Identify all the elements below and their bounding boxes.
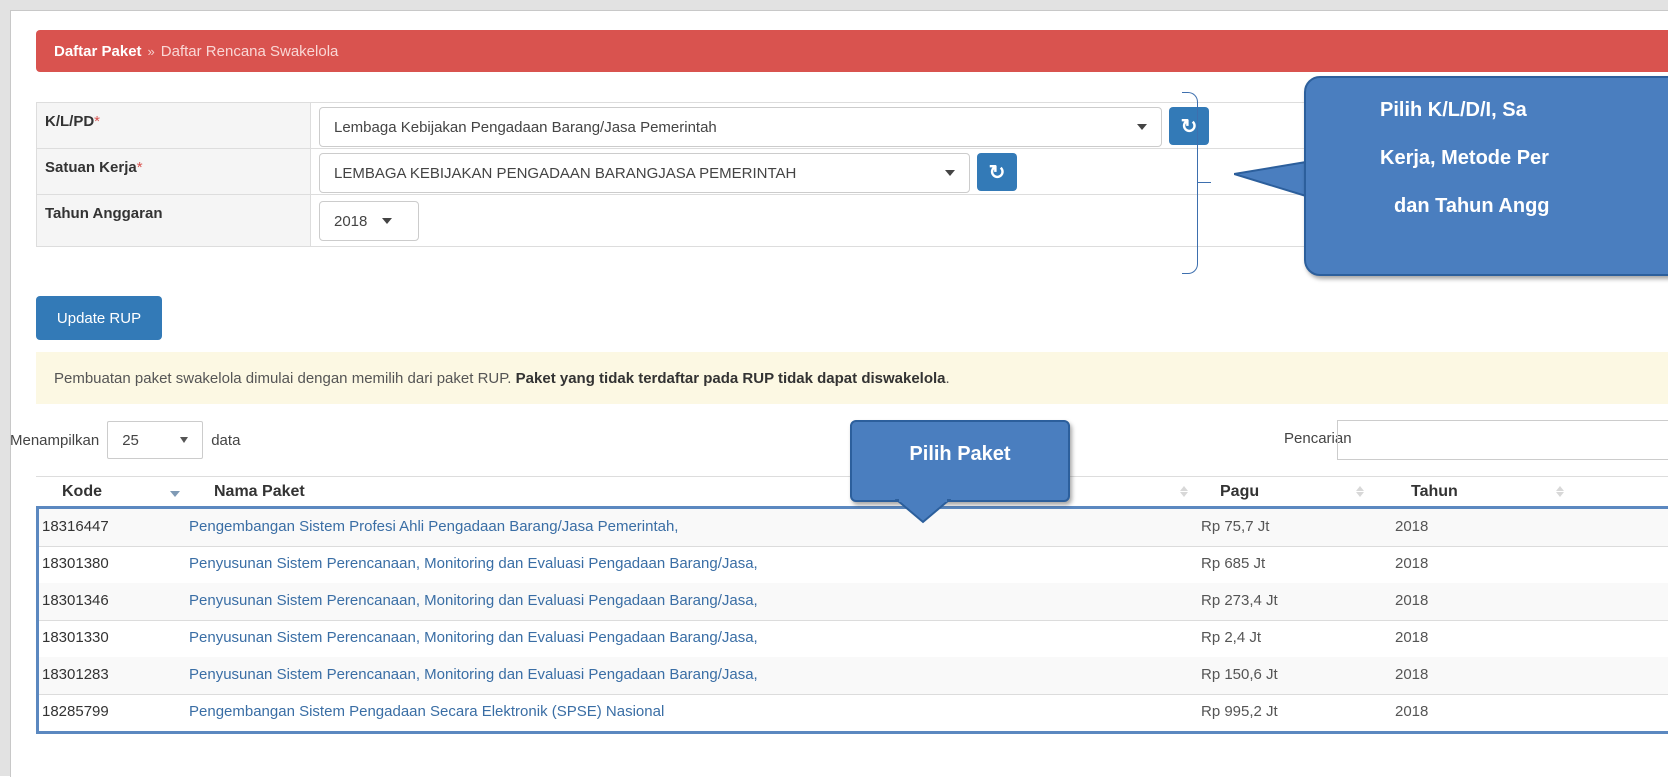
- package-link[interactable]: Penyusunan Sistem Perencanaan, Monitorin…: [189, 555, 758, 572]
- alert-text: Pembuatan paket swakelola dimulai dengan…: [54, 369, 512, 387]
- klpd-selected-value: Lembaga Kebijakan Pengadaan Barang/Jasa …: [334, 118, 717, 136]
- callout-package-text: Pilih Paket: [909, 442, 1011, 465]
- satuan-kerja-refresh-button[interactable]: ↻: [977, 153, 1017, 191]
- cell-kode: 18301330: [42, 629, 109, 646]
- refresh-icon: ↻: [988, 161, 1006, 184]
- package-link[interactable]: Pengembangan Sistem Profesi Ahli Pengada…: [189, 518, 678, 535]
- update-rup-button[interactable]: Update RUP: [36, 296, 162, 340]
- column-header-pagu[interactable]: Pagu: [1220, 483, 1259, 501]
- callout-select-package: Pilih Paket: [850, 420, 1070, 502]
- table-row[interactable]: 18316447 Pengembangan Sistem Profesi Ahl…: [39, 509, 1668, 547]
- callout-pointer: [895, 498, 951, 524]
- package-link[interactable]: Penyusunan Sistem Perencanaan, Monitorin…: [189, 592, 758, 609]
- breadcrumb-current: Daftar Rencana Swakelola: [160, 42, 339, 60]
- sort-desc-icon: [170, 491, 180, 497]
- cell-tahun: 2018: [1395, 703, 1429, 720]
- info-alert: Pembuatan paket swakelola dimulai dengan…: [36, 352, 1668, 404]
- window-frame-top: [0, 0, 1668, 10]
- column-header-kode[interactable]: Kode: [62, 483, 102, 501]
- chevron-down-icon: [180, 437, 189, 443]
- table-row[interactable]: 18301346 Penyusunan Sistem Perencanaan, …: [39, 583, 1668, 621]
- callout-filter-line: Pilih K/L/D/I, Sa: [1380, 99, 1527, 121]
- sort-icon: [1180, 486, 1188, 497]
- tahun-anggaran-select[interactable]: 2018: [319, 201, 419, 241]
- callout-filter-instruction: Pilih K/L/D/I, Sa Kerja, Metode Per dan …: [1304, 76, 1668, 276]
- package-link[interactable]: Pengembangan Sistem Pengadaan Secara Ele…: [189, 703, 664, 720]
- cell-kode: 18316447: [42, 518, 109, 535]
- klpd-label-text: K/L/PD: [45, 113, 95, 130]
- page-length-select[interactable]: 25: [107, 421, 204, 459]
- sort-icon: [1556, 486, 1564, 497]
- cell-pagu: Rp 995,2 Jt: [1201, 703, 1278, 720]
- cell-tahun: 2018: [1395, 518, 1429, 535]
- callout-filter-line: dan Tahun Angg: [1394, 195, 1550, 217]
- tahun-anggaran-label: Tahun Anggaran: [36, 194, 311, 247]
- table-row[interactable]: 18301380 Penyusunan Sistem Perencanaan, …: [39, 546, 1668, 584]
- breadcrumb-separator: »: [147, 43, 155, 59]
- package-table-body: 18316447 Pengembangan Sistem Profesi Ahl…: [36, 506, 1668, 734]
- annotation-bracket-tip: [1197, 182, 1211, 183]
- annotation-bracket: [1182, 92, 1198, 274]
- alert-bold-text: Paket yang tidak terdaftar pada RUP tida…: [515, 369, 946, 387]
- page-length-value: 25: [122, 431, 139, 449]
- page-length-suffix: data: [211, 431, 241, 449]
- column-header-nama-paket[interactable]: Nama Paket: [214, 483, 305, 501]
- chevron-down-icon: [945, 170, 955, 176]
- cell-tahun: 2018: [1395, 629, 1429, 646]
- column-header-tahun[interactable]: Tahun: [1411, 483, 1458, 501]
- cell-pagu: Rp 2,4 Jt: [1201, 629, 1262, 646]
- cell-kode: 18301380: [42, 555, 109, 572]
- page-length-prefix: Menampilkan: [10, 431, 100, 449]
- cell-tahun: 2018: [1395, 555, 1429, 572]
- satuan-kerja-select[interactable]: LEMBAGA KEBIJAKAN PENGADAAN BARANGJASA P…: [319, 153, 970, 193]
- page-length-control: Menampilkan 25 data: [10, 420, 240, 460]
- cell-kode: 18301346: [42, 592, 109, 609]
- klpd-select[interactable]: Lembaga Kebijakan Pengadaan Barang/Jasa …: [319, 107, 1162, 147]
- required-mark: *: [94, 113, 101, 130]
- cell-kode: 18285799: [42, 703, 109, 720]
- cell-tahun: 2018: [1395, 666, 1429, 683]
- klpd-label: K/L/PD*: [36, 102, 311, 149]
- satuan-kerja-selected-value: LEMBAGA KEBIJAKAN PENGADAAN BARANGJASA P…: [334, 164, 797, 182]
- callout-filter-line: Kerja, Metode Per: [1380, 147, 1549, 169]
- tahun-anggaran-label-text: Tahun Anggaran: [45, 205, 163, 222]
- cell-pagu: Rp 685 Jt: [1201, 555, 1266, 572]
- table-row[interactable]: 18301283 Penyusunan Sistem Perencanaan, …: [39, 657, 1668, 695]
- required-mark: *: [136, 159, 143, 176]
- chevron-down-icon: [1137, 124, 1147, 130]
- cell-pagu: Rp 150,6 Jt: [1201, 666, 1278, 683]
- window-frame-left: [0, 0, 10, 776]
- chevron-down-icon: [382, 218, 392, 224]
- cell-kode: 18301283: [42, 666, 109, 683]
- tahun-anggaran-selected-value: 2018: [334, 212, 368, 230]
- satuan-kerja-label: Satuan Kerja*: [36, 148, 311, 195]
- table-row[interactable]: 18285799 Pengembangan Sistem Pengadaan S…: [39, 694, 1668, 731]
- alert-end: .: [945, 369, 950, 387]
- table-row[interactable]: 18301330 Penyusunan Sistem Perencanaan, …: [39, 620, 1668, 658]
- satuan-kerja-label-text: Satuan Kerja: [45, 159, 137, 176]
- breadcrumb-link-daftar-paket[interactable]: Daftar Paket: [54, 43, 142, 60]
- cell-tahun: 2018: [1395, 592, 1429, 609]
- breadcrumb: Daftar Paket » Daftar Rencana Swakelola: [36, 30, 1668, 72]
- callout-pointer: [1234, 160, 1307, 198]
- sort-icon: [1356, 486, 1364, 497]
- search-input[interactable]: [1337, 420, 1668, 460]
- package-link[interactable]: Penyusunan Sistem Perencanaan, Monitorin…: [189, 666, 758, 683]
- package-link[interactable]: Penyusunan Sistem Perencanaan, Monitorin…: [189, 629, 758, 646]
- cell-pagu: Rp 273,4 Jt: [1201, 592, 1278, 609]
- cell-pagu: Rp 75,7 Jt: [1201, 518, 1270, 535]
